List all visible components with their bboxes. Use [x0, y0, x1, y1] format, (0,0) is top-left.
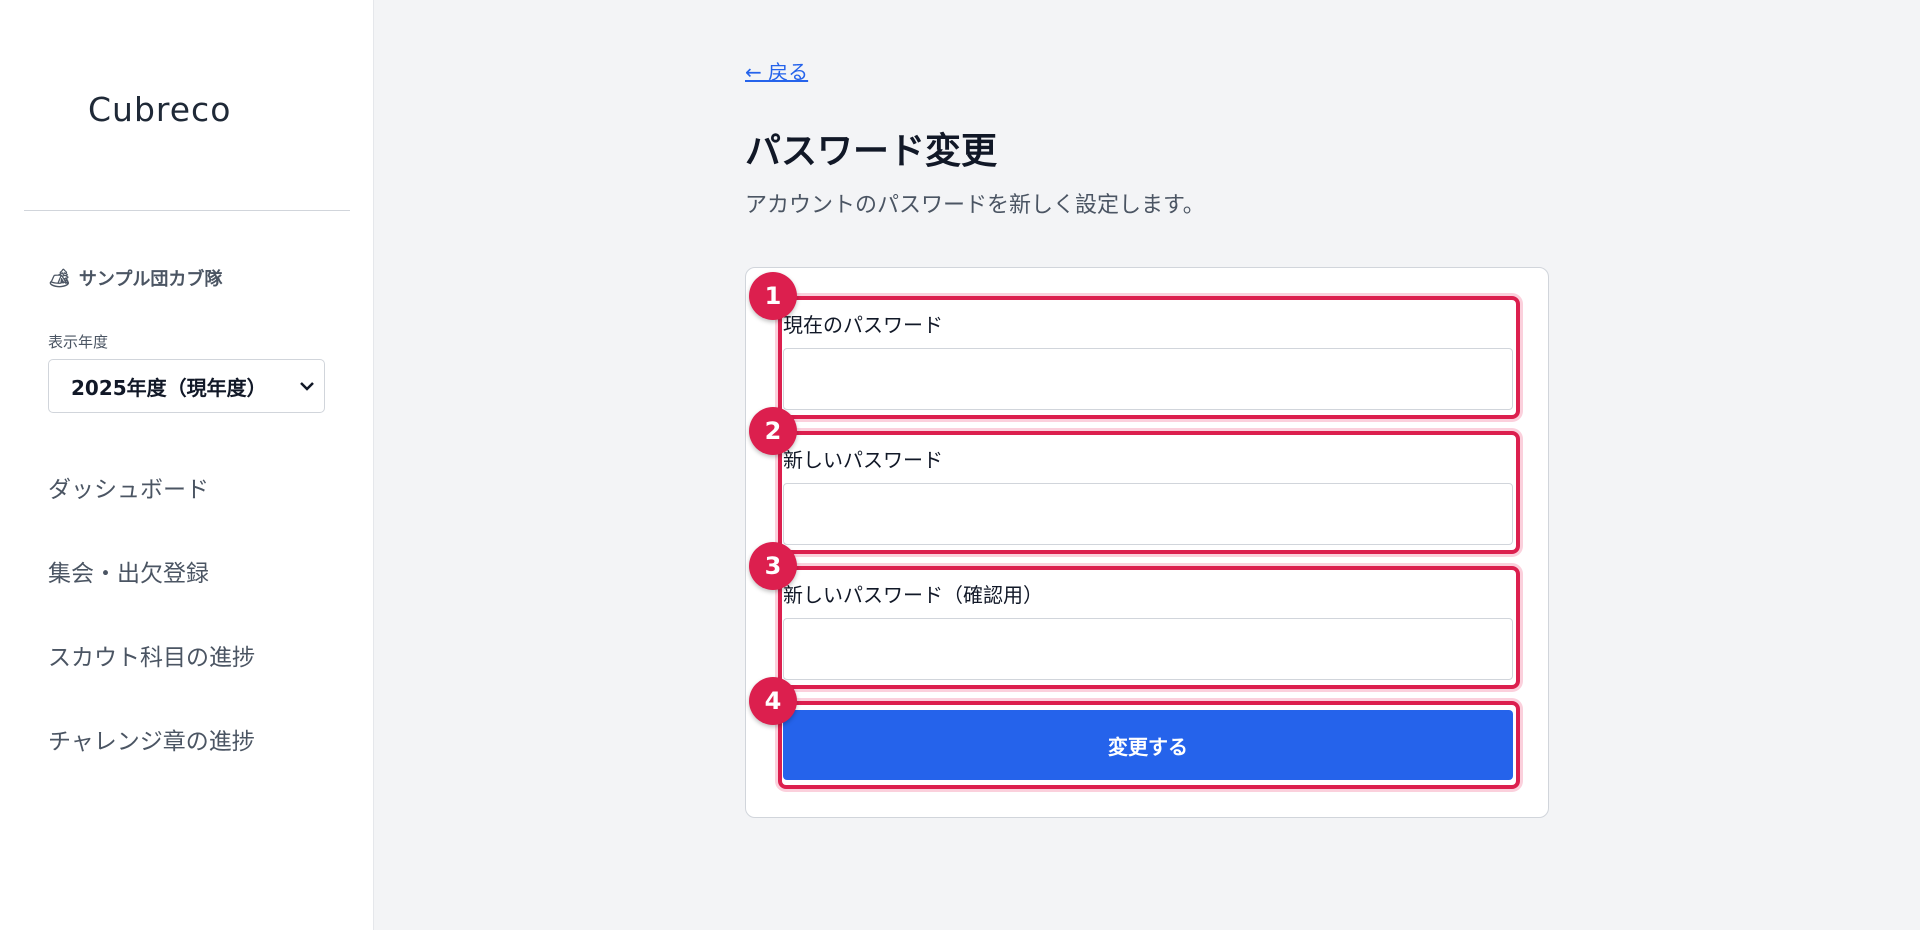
team-label: サンプル団カブ隊 [78, 269, 223, 290]
camp-icon: 🏕 [48, 267, 71, 289]
annotation-badge-3: 3 [749, 542, 797, 590]
confirm-password-input[interactable] [783, 618, 1513, 680]
current-password-input[interactable] [783, 348, 1513, 410]
page-title: パスワード変更 [745, 131, 998, 172]
nav-item-meetings[interactable]: 集会・出欠登録 [48, 554, 209, 588]
submit-button[interactable]: 変更する [783, 710, 1513, 780]
annotation-badge-1: 1 [749, 272, 797, 320]
annotation-badge-2: 2 [749, 407, 797, 455]
team-name: 🏕 サンプル団カブ隊 [48, 265, 222, 291]
app-logo[interactable]: Cubreco [88, 90, 231, 129]
nav-item-dashboard[interactable]: ダッシュボード [48, 470, 209, 504]
divider [24, 210, 350, 211]
new-password-label: 新しいパスワード [783, 448, 943, 472]
year-select[interactable]: 2025年度（現年度） [48, 359, 325, 413]
current-password-label: 現在のパスワード [783, 313, 943, 337]
year-select-value: 2025年度（現年度） [71, 375, 267, 400]
nav-item-scout-subjects[interactable]: スカウト科目の進捗 [48, 638, 255, 672]
back-link[interactable]: ← 戻る [745, 56, 808, 85]
annotation-badge-4: 4 [749, 677, 797, 725]
confirm-password-label: 新しいパスワード（確認用） [783, 583, 1043, 607]
page-subtitle: アカウントのパスワードを新しく設定します。 [745, 193, 1205, 218]
sidebar: Cubreco 🏕 サンプル団カブ隊 表示年度 2025年度（現年度） ダッシュ… [0, 0, 374, 930]
new-password-input[interactable] [783, 483, 1513, 545]
year-select-label: 表示年度 [48, 333, 109, 351]
nav-item-challenge-badges[interactable]: チャレンジ章の進捗 [48, 722, 255, 756]
chevron-down-icon [300, 382, 314, 391]
